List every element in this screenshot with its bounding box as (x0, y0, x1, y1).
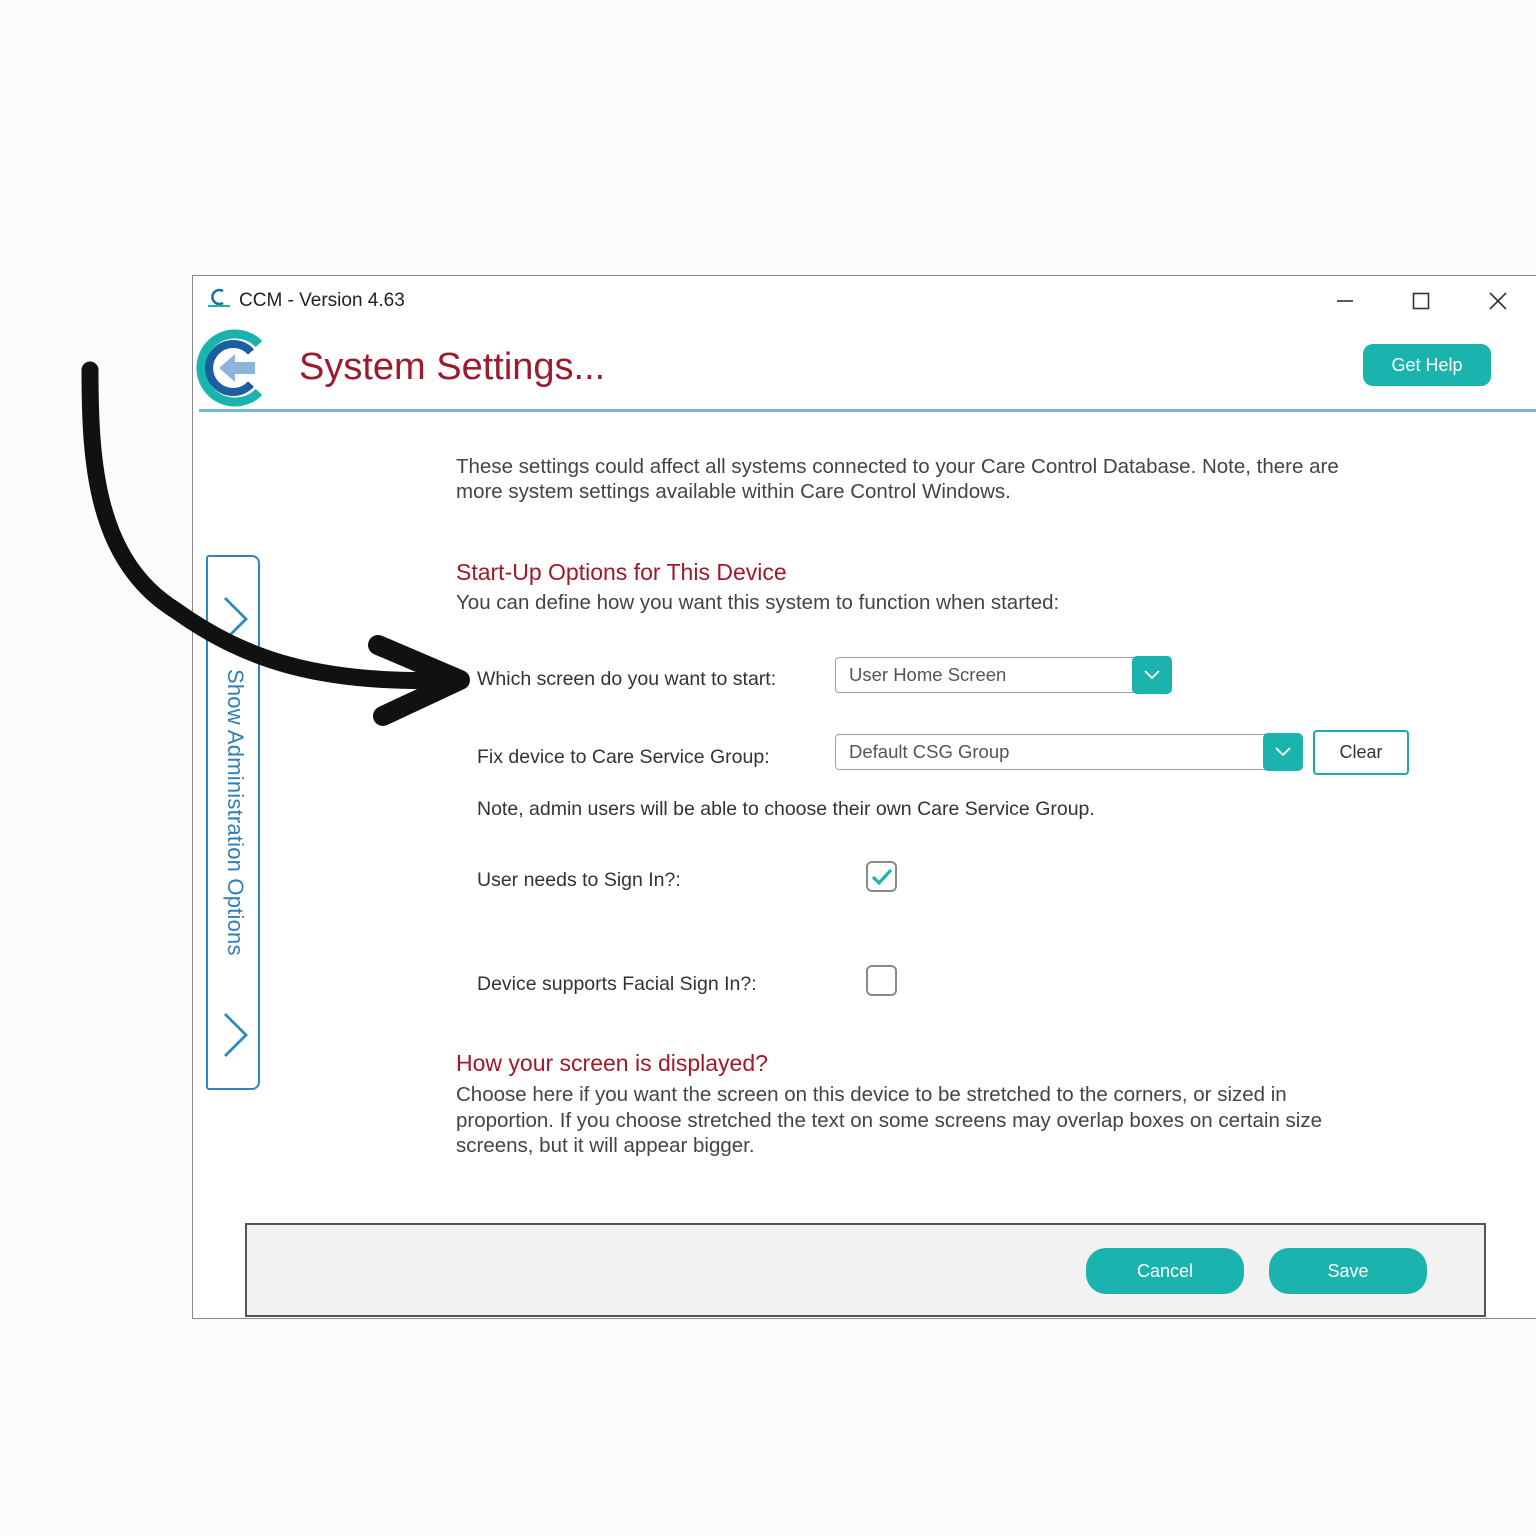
get-help-button[interactable]: Get Help (1363, 344, 1491, 386)
checkmark-icon (871, 868, 892, 885)
window-title: CCM - Version 4.63 (239, 290, 405, 311)
footer-bar: Cancel Save (245, 1223, 1486, 1317)
maximize-button[interactable] (1399, 286, 1443, 316)
csg-dropdown-button[interactable] (1263, 733, 1303, 771)
display-description: Choose here if you want the screen on th… (456, 1083, 1323, 1157)
header-divider (199, 409, 1536, 412)
sign-in-checkbox[interactable] (866, 861, 897, 892)
save-button[interactable]: Save (1269, 1248, 1427, 1294)
close-button[interactable] (1476, 286, 1520, 316)
facial-sign-in-checkbox[interactable] (866, 965, 897, 996)
minimize-button[interactable] (1323, 286, 1367, 316)
start-screen-dropdown-button[interactable] (1132, 656, 1172, 694)
settings-window: CCM - Version 4.63 System Settings... Ge… (192, 275, 1536, 1319)
startup-section-subtitle: You can define how you want this system … (456, 591, 1060, 614)
start-screen-label: Which screen do you want to start: (477, 668, 777, 690)
start-screen-select[interactable]: User Home Screen (835, 656, 1172, 694)
chevron-right-icon (224, 1013, 248, 1057)
chevron-down-icon (1275, 747, 1291, 757)
close-icon (1489, 292, 1507, 310)
cancel-button[interactable]: Cancel (1086, 1248, 1244, 1294)
ccm-app-icon (208, 288, 230, 307)
chevron-down-icon (1144, 670, 1160, 680)
sign-in-label: User needs to Sign In?: (477, 869, 681, 891)
page-title: System Settings... (299, 346, 606, 388)
csg-value: Default CSG Group (849, 741, 1010, 762)
display-section-title: How your screen is displayed? (456, 1050, 768, 1076)
show-admin-options-label: Show Administration Options (223, 669, 248, 956)
start-screen-value: User Home Screen (849, 664, 1007, 685)
csg-label: Fix device to Care Service Group: (477, 746, 770, 768)
csg-select[interactable]: Default CSG Group (835, 733, 1303, 771)
clear-button[interactable]: Clear (1313, 730, 1409, 775)
chevron-right-icon (224, 597, 248, 641)
facial-sign-in-label: Device supports Facial Sign In?: (477, 973, 757, 995)
maximize-icon (1412, 292, 1430, 310)
show-admin-options-tab[interactable]: Show Administration Options (206, 555, 260, 1090)
minimize-icon (1337, 300, 1353, 302)
care-control-logo (196, 329, 263, 407)
csg-note: Note, admin users will be able to choose… (477, 798, 1095, 820)
intro-text: These settings could affect all systems … (456, 455, 1339, 503)
startup-section-title: Start-Up Options for This Device (456, 559, 787, 585)
